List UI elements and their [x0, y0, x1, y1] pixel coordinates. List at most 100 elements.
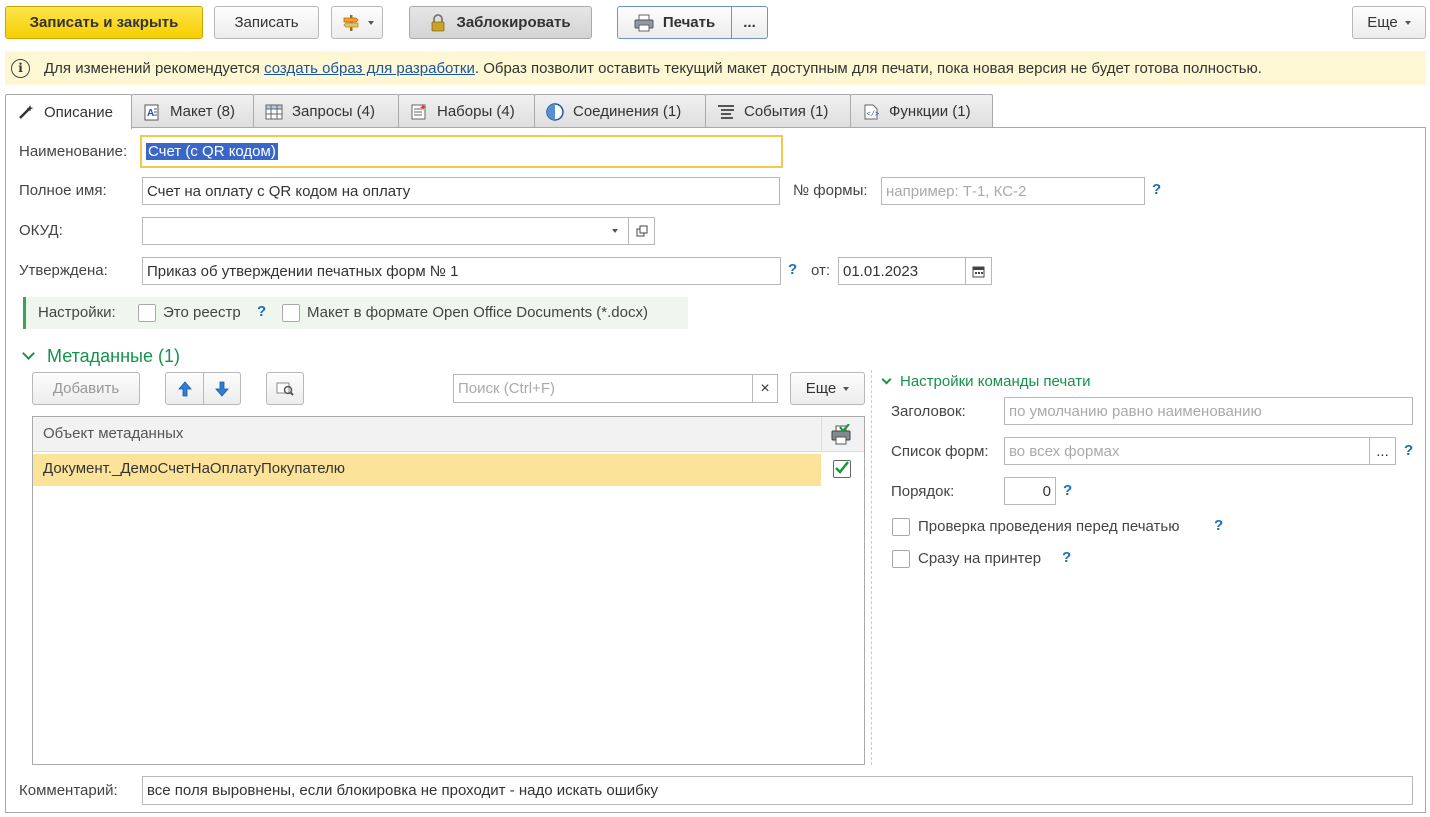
form-number-field[interactable]: например: Т-1, КС-2	[881, 177, 1145, 205]
form-list-select-button[interactable]: ...	[1369, 437, 1396, 465]
move-up-button[interactable]	[165, 372, 204, 405]
arrow-down-icon	[215, 381, 229, 397]
save-and-close-label: Записать и закрыть	[29, 14, 179, 31]
help-icon[interactable]: ?	[1404, 442, 1413, 459]
chevron-down-icon	[1404, 20, 1411, 25]
chevron-down-icon	[843, 386, 850, 391]
help-icon[interactable]: ?	[257, 303, 266, 320]
help-icon[interactable]: ?	[1214, 517, 1223, 534]
table-icon	[264, 103, 284, 121]
header-field[interactable]: по умолчанию равно наименованию	[1004, 397, 1413, 425]
okud-dropdown-button[interactable]	[601, 217, 629, 245]
tab-events[interactable]: События (1)	[705, 94, 851, 128]
okud-field[interactable]	[142, 217, 628, 245]
from-label: от:	[811, 262, 831, 279]
lock-label: Заблокировать	[456, 14, 571, 31]
move-down-button[interactable]	[203, 372, 241, 405]
save-label: Записать	[234, 14, 299, 31]
tab-queries[interactable]: Запросы (4)	[253, 94, 399, 128]
docx-checkbox[interactable]	[282, 304, 300, 322]
tab-joins[interactable]: Соединения (1)	[534, 94, 706, 128]
okud-open-button[interactable]	[628, 217, 655, 245]
find-in-list-button[interactable]	[266, 372, 304, 405]
join-icon	[545, 102, 565, 121]
wand-icon	[16, 103, 36, 121]
tab-label: Описание	[44, 103, 114, 121]
calendar-button[interactable]	[965, 257, 992, 285]
tab-description[interactable]: Описание	[5, 94, 132, 129]
more-label: Еще	[805, 380, 837, 397]
find-icon	[276, 382, 294, 396]
registry-checkbox[interactable]	[138, 304, 156, 322]
date-field[interactable]: 01.01.2023	[838, 257, 968, 285]
approved-label: Утверждена:	[19, 262, 108, 279]
tab-layout[interactable]: A Макет (8)	[131, 94, 254, 128]
comment-label: Комментарий:	[19, 782, 118, 799]
search-input[interactable]: Поиск (Ctrl+F)	[453, 374, 753, 403]
table-row[interactable]: Документ._ДемоСчетНаОплатуПокупателю	[33, 454, 864, 486]
create-dev-image-link[interactable]: создать образ для разработки	[264, 60, 475, 77]
table-header: Объект метаданных	[33, 417, 864, 452]
open-window-icon	[636, 225, 647, 237]
tab-functions[interactable]: </> Функции (1)	[850, 94, 993, 128]
name-label: Наименование:	[19, 143, 128, 160]
metadata-more-button[interactable]: Еще	[790, 372, 865, 405]
form-number-label: № формы:	[793, 182, 868, 199]
add-label: Добавить	[52, 380, 120, 397]
lock-icon	[432, 13, 445, 31]
check-icon	[835, 461, 849, 474]
lock-button[interactable]: Заблокировать	[409, 6, 592, 39]
help-icon[interactable]: ?	[1063, 482, 1072, 499]
direct-printer-checkbox[interactable]	[892, 550, 910, 568]
column-divider	[821, 417, 822, 452]
direct-printer-label: Сразу на принтер	[918, 550, 1042, 567]
ellipsis-icon: ...	[1376, 442, 1389, 460]
tab-label: Наборы (4)	[437, 103, 515, 120]
arrow-up-icon	[177, 380, 192, 396]
help-icon[interactable]: ?	[788, 261, 797, 278]
approved-field[interactable]: Приказ об утверждении печатных форм № 1	[142, 257, 781, 285]
help-icon[interactable]: ?	[1062, 549, 1071, 566]
check-posting-checkbox[interactable]	[892, 518, 910, 536]
clear-search-button[interactable]: ×	[752, 374, 778, 403]
okud-label: ОКУД:	[19, 222, 63, 239]
svg-text:</>: </>	[867, 111, 880, 119]
chevron-down-icon	[22, 347, 35, 360]
save-button[interactable]: Записать	[214, 6, 319, 39]
functions-icon: </>	[861, 103, 881, 121]
tab-label: События (1)	[744, 103, 829, 120]
signpost-icon	[342, 14, 359, 31]
row-print-checkbox[interactable]	[833, 460, 851, 478]
info-text: Для изменений рекомендуется	[44, 59, 260, 77]
check-posting-label: Проверка проведения перед печатью	[918, 518, 1180, 535]
form-list-field[interactable]: во всех формах	[1004, 437, 1370, 465]
printer-icon	[634, 14, 654, 31]
navigate-menu-button[interactable]	[331, 6, 383, 39]
registry-label: Это реестр	[163, 304, 241, 321]
print-button[interactable]: Печать	[617, 6, 732, 39]
chevron-down-icon	[367, 20, 374, 25]
print-more-button[interactable]: ...	[731, 6, 768, 39]
name-field-value: Счет (с QR кодом)	[146, 143, 278, 160]
panel-divider	[871, 370, 872, 765]
order-field[interactable]: 0	[1004, 477, 1056, 505]
fullname-label: Полное имя:	[19, 182, 107, 199]
metadata-group-toggle[interactable]: Метаданные (1)	[22, 346, 180, 367]
fullname-field[interactable]: Счет на оплату с QR кодом на оплату	[142, 177, 780, 205]
tab-label: Запросы (4)	[292, 103, 375, 120]
tab-bar: Описание A Макет (8) Запросы (4) Наборы …	[5, 94, 993, 129]
print-settings-toggle[interactable]: Настройки команды печати	[881, 373, 1090, 390]
more-actions-button[interactable]: Еще	[1352, 6, 1426, 39]
save-and-close-button[interactable]: Записать и закрыть	[5, 6, 203, 39]
chevron-down-icon	[881, 374, 892, 385]
comment-field[interactable]: все поля выровнены, если блокировка не п…	[142, 776, 1413, 805]
name-field[interactable]: Счет (с QR кодом)	[140, 135, 783, 168]
sets-icon	[409, 103, 429, 121]
events-icon	[716, 103, 736, 121]
print-more-label: ...	[743, 14, 756, 31]
tab-label: Функции (1)	[889, 103, 971, 120]
help-icon[interactable]: ?	[1152, 181, 1161, 198]
more-label: Еще	[1367, 14, 1398, 31]
add-button[interactable]: Добавить	[32, 372, 140, 405]
tab-sets[interactable]: Наборы (4)	[398, 94, 535, 128]
